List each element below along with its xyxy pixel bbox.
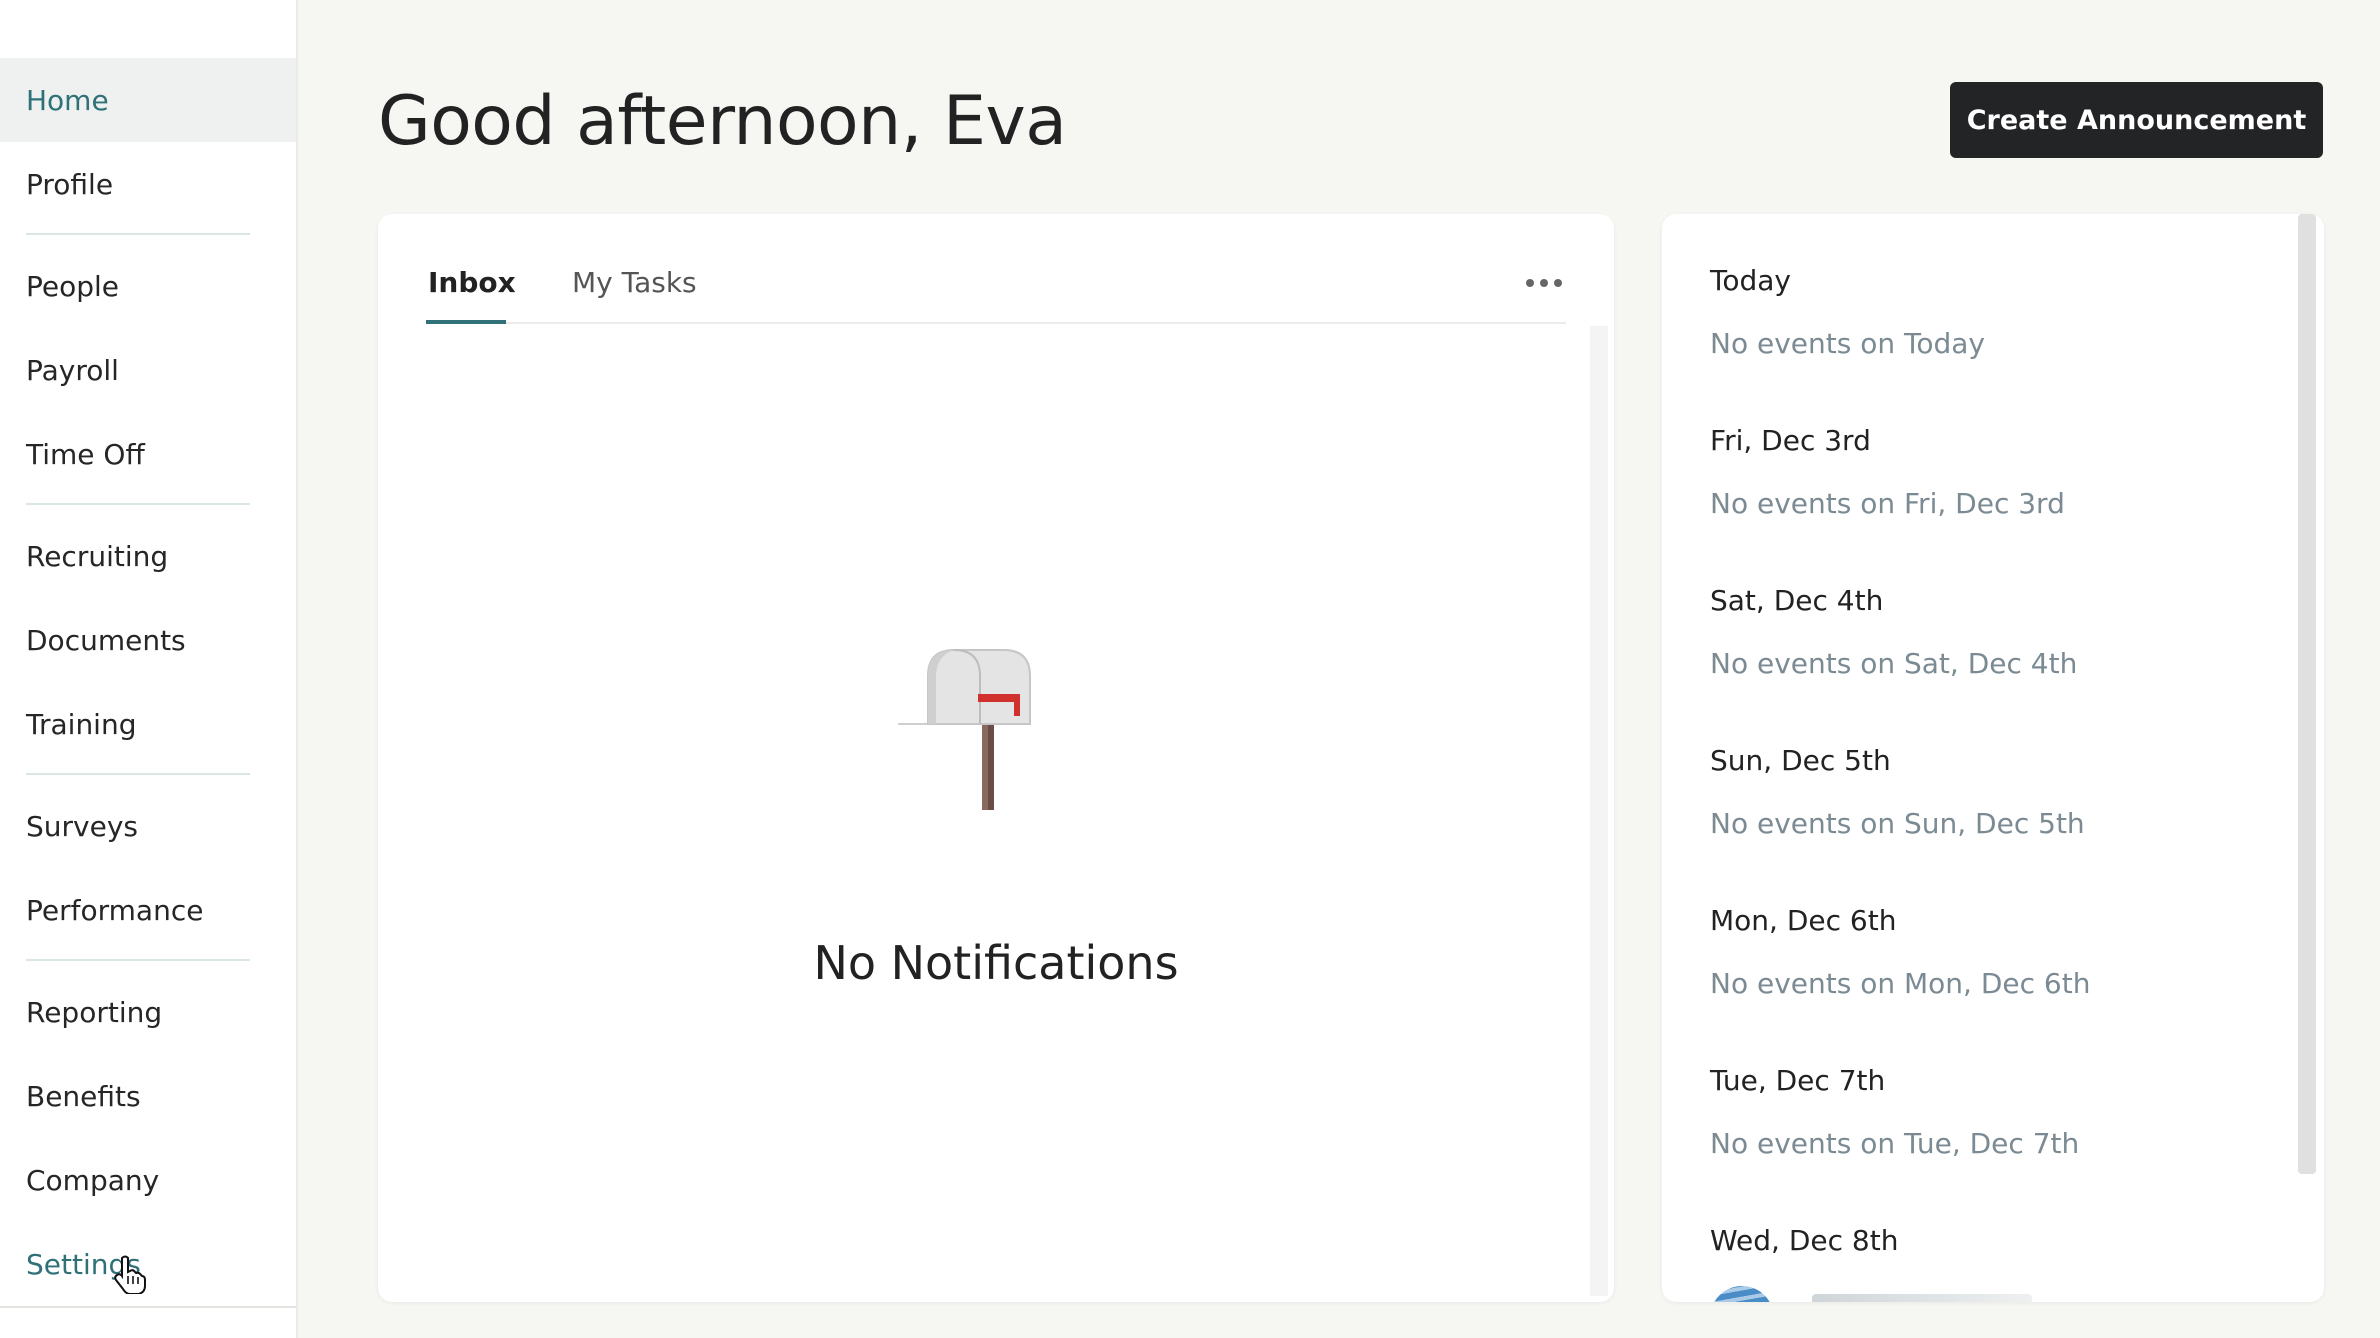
- sidebar-item-profile[interactable]: Profile: [0, 142, 296, 226]
- sidebar-item-time-off[interactable]: Time Off: [0, 412, 296, 496]
- inbox-card: Inbox My Tasks No Notifications: [378, 214, 1614, 1302]
- app-root: Home Profile People Payroll Time Off Rec…: [0, 0, 2380, 1338]
- more-options-icon[interactable]: [1526, 274, 1562, 292]
- sidebar-item-settings[interactable]: Settings: [0, 1222, 296, 1306]
- calendar-day: Wed, Dec 8th: [1710, 1224, 2270, 1257]
- calendar-day-title: Fri, Dec 3rd: [1710, 424, 1871, 457]
- calendar-day-title: Sat, Dec 4th: [1710, 584, 1884, 617]
- empty-state-title: No Notifications: [813, 936, 1179, 990]
- sidebar-item-home[interactable]: Home: [0, 58, 296, 142]
- calendar-day-empty: No events on Mon, Dec 6th: [1710, 967, 2091, 1000]
- page-title: Good afternoon, Eva: [378, 82, 1067, 161]
- sidebar-item-reporting[interactable]: Reporting: [0, 970, 296, 1054]
- sidebar-divider: [26, 959, 250, 961]
- sidebar-item-payroll[interactable]: Payroll: [0, 328, 296, 412]
- tab-my-tasks[interactable]: My Tasks: [572, 266, 697, 299]
- create-announcement-button[interactable]: Create Announcement: [1950, 82, 2323, 158]
- calendar-day-title: Wed, Dec 8th: [1710, 1224, 1899, 1257]
- calendar-day-empty: No events on Fri, Dec 3rd: [1710, 487, 2065, 520]
- calendar-day: Today No events on Today: [1710, 264, 2270, 360]
- calendar-card: Today No events on Today Fri, Dec 3rd No…: [1662, 214, 2324, 1302]
- calendar-day-empty: No events on Sun, Dec 5th: [1710, 807, 2085, 840]
- calendar-scrollbar[interactable]: [2298, 214, 2316, 1174]
- sidebar-divider: [26, 233, 250, 235]
- sidebar-item-documents[interactable]: Documents: [0, 598, 296, 682]
- sidebar-item-performance[interactable]: Performance: [0, 868, 296, 952]
- calendar-event-preview: [1812, 1294, 2032, 1302]
- calendar-day: Mon, Dec 6th No events on Mon, Dec 6th: [1710, 904, 2270, 1000]
- mailbox-icon: [898, 649, 1031, 810]
- sidebar-item-benefits[interactable]: Benefits: [0, 1054, 296, 1138]
- tabs-divider: [426, 322, 1566, 324]
- avatar[interactable]: [1710, 1286, 1774, 1302]
- sidebar-item-people[interactable]: People: [0, 244, 296, 328]
- calendar-day-empty: No events on Today: [1710, 327, 1985, 360]
- calendar-day-empty: No events on Sat, Dec 4th: [1710, 647, 2078, 680]
- calendar-day: Tue, Dec 7th No events on Tue, Dec 7th: [1710, 1064, 2270, 1160]
- calendar-day: Sun, Dec 5th No events on Sun, Dec 5th: [1710, 744, 2270, 840]
- sidebar-bottom-divider: [0, 1306, 296, 1308]
- hand-cursor-icon: [114, 1255, 146, 1294]
- sidebar-item-surveys[interactable]: Surveys: [0, 784, 296, 868]
- sidebar-item-company[interactable]: Company: [0, 1138, 296, 1222]
- calendar-day-title: Today: [1710, 264, 1791, 297]
- calendar-day-title: Mon, Dec 6th: [1710, 904, 1897, 937]
- active-tab-indicator: [426, 320, 506, 324]
- sidebar-item-training[interactable]: Training: [0, 682, 296, 766]
- tab-inbox[interactable]: Inbox: [428, 266, 516, 299]
- calendar-day-empty: No events on Tue, Dec 7th: [1710, 1127, 2080, 1160]
- calendar-day: Sat, Dec 4th No events on Sat, Dec 4th: [1710, 584, 2270, 680]
- sidebar-item-recruiting[interactable]: Recruiting: [0, 514, 296, 598]
- calendar-day-title: Tue, Dec 7th: [1710, 1064, 1886, 1097]
- calendar-day-title: Sun, Dec 5th: [1710, 744, 1891, 777]
- calendar-day: Fri, Dec 3rd No events on Fri, Dec 3rd: [1710, 424, 2270, 520]
- sidebar: Home Profile People Payroll Time Off Rec…: [0, 0, 298, 1338]
- inbox-scrollbar[interactable]: [1590, 326, 1608, 1296]
- sidebar-divider: [26, 503, 250, 505]
- sidebar-divider: [26, 773, 250, 775]
